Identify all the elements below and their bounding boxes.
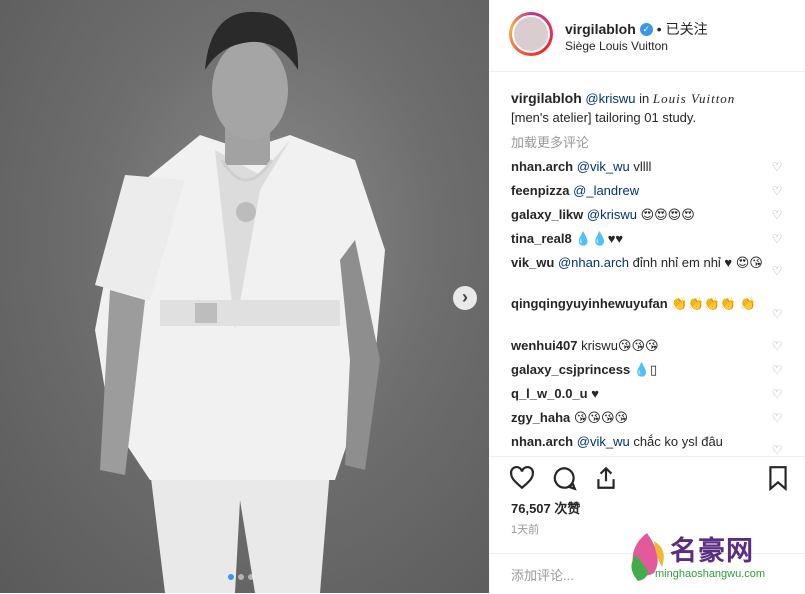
verified-badge-icon: ✓ [639, 22, 653, 36]
add-comment-placeholder: 添加评论... [511, 568, 574, 583]
comment-user[interactable]: qingqingyuyinhewuyufan [511, 296, 668, 311]
like-comment-heart-icon[interactable]: ♡ [771, 388, 783, 400]
comment-text: 👏👏👏👏 👏 [671, 296, 756, 311]
carousel-dot-1 [228, 574, 234, 580]
comment-row: nhan.arch @vik_wu vllll [511, 157, 773, 176]
caption-brand: Louis Vuitton [652, 91, 736, 106]
comment-text: đỉnh nhỉ em nhỉ ♥ 😍😘 [632, 255, 763, 270]
comment-bubble-icon[interactable] [551, 465, 577, 491]
comment-text: ♥ [591, 386, 599, 401]
comment-row: q_l_w_0.0_u ♥ [511, 384, 773, 403]
comment-mention[interactable]: @vik_wu [577, 159, 630, 174]
caption-mention[interactable]: @kriswu [585, 91, 635, 106]
comments-area[interactable]: virgilabloh @kriswu in Louis Vuitton [me… [489, 72, 805, 457]
like-comment-heart-icon[interactable]: ♡ [771, 185, 783, 197]
comment-row: vik_wu @nhan.arch đỉnh nhỉ em nhỉ ♥ 😍😘 [511, 253, 773, 272]
portrait-illustration [95, 11, 385, 593]
bookmark-icon[interactable] [765, 465, 791, 491]
header-user-row: virgilabloh ✓ • 已关注 [565, 19, 708, 39]
like-heart-icon[interactable] [509, 465, 535, 491]
like-comment-heart-icon[interactable]: ♡ [771, 364, 783, 376]
avatar[interactable] [509, 12, 553, 56]
carousel-dot-3 [248, 574, 254, 580]
comment-user[interactable]: nhan.arch [511, 434, 573, 449]
comment-row: zgy_haha 😘😘😘😘 [511, 408, 773, 427]
watermark-name: 名豪网 [670, 536, 754, 566]
comment-mention[interactable]: @_landrew [573, 183, 639, 198]
comment-row: qingqingyuyinhewuyufan 👏👏👏👏 👏 [511, 294, 773, 313]
like-comment-heart-icon[interactable]: ♡ [771, 209, 783, 221]
like-comment-heart-icon[interactable]: ♡ [771, 233, 783, 245]
post-time[interactable]: 1天前 [511, 521, 539, 537]
carousel-dot-2 [238, 574, 244, 580]
comment-row: galaxy_likw @kriswu 😍😍😍😍 [511, 205, 773, 224]
post-photo[interactable]: › [0, 0, 489, 593]
post-caption: virgilabloh @kriswu in Louis Vuitton [me… [511, 89, 781, 127]
like-comment-heart-icon[interactable]: ♡ [771, 308, 783, 320]
comment-user[interactable]: tina_real8 [511, 231, 572, 246]
load-more-comments[interactable]: 加载更多评论 [511, 132, 589, 151]
comment-text: vllll [633, 159, 652, 174]
header-username[interactable]: virgilabloh [565, 21, 636, 37]
comment-row: wenhui407 kriswu😘😘😘 [511, 336, 773, 355]
comment-row: feenpizza @_landrew [511, 181, 773, 200]
like-comment-heart-icon[interactable]: ♡ [771, 412, 783, 424]
like-comment-heart-icon[interactable]: ♡ [771, 161, 783, 173]
comment-text: kriswu😘😘😘 [581, 338, 659, 353]
comment-user[interactable]: zgy_haha [511, 410, 570, 425]
post-side-panel: virgilabloh ✓ • 已关注 Siège Louis Vuitton … [489, 0, 805, 593]
caption-username[interactable]: virgilabloh [511, 90, 582, 106]
comment-user[interactable]: galaxy_likw [511, 207, 583, 222]
carousel-dots [228, 574, 254, 580]
like-comment-heart-icon[interactable]: ♡ [771, 444, 783, 456]
caption-text: [men's atelier] tailoring 01 study. [511, 110, 697, 125]
comment-text: 😍😍😍😍 [640, 207, 695, 222]
caption-in: in [639, 91, 650, 106]
avatar-image [512, 15, 550, 53]
post-actions [489, 457, 805, 497]
comment-mention[interactable]: @kriswu [587, 207, 637, 222]
likes-count[interactable]: 76,507 次赞 [511, 498, 580, 517]
like-comment-heart-icon[interactable]: ♡ [771, 265, 783, 277]
comment-text: 😘😘😘😘 [573, 410, 629, 425]
comment-text: chắc ko ysl đâu [633, 434, 723, 449]
comment-user[interactable]: q_l_w_0.0_u [511, 386, 588, 401]
comment-user[interactable]: feenpizza [511, 183, 570, 198]
comment-mention[interactable]: @vik_wu [577, 434, 630, 449]
post-header: virgilabloh ✓ • 已关注 Siège Louis Vuitton [489, 0, 805, 72]
comment-row: nhan.arch @vik_wu chắc ko ysl đâu [511, 432, 773, 451]
comment-row: galaxy_csjprincess 💧▯ [511, 360, 773, 379]
follow-status[interactable]: • 已关注 [657, 19, 708, 39]
comment-mention[interactable]: @nhan.arch [558, 255, 629, 270]
comment-user[interactable]: wenhui407 [511, 338, 577, 353]
post-location[interactable]: Siège Louis Vuitton [565, 39, 668, 53]
site-watermark: 名豪网 minghaoshangwu.com [620, 525, 805, 593]
comment-user[interactable]: nhan.arch [511, 159, 573, 174]
comment-user[interactable]: vik_wu [511, 255, 554, 270]
next-photo-button[interactable]: › [453, 286, 477, 310]
comment-user[interactable]: galaxy_csjprincess [511, 362, 630, 377]
comment-row: tina_real8 💧💧♥♥ [511, 229, 773, 248]
comment-text: 💧▯ [633, 362, 658, 377]
share-icon[interactable] [593, 465, 619, 491]
comment-text: 💧💧♥♥ [575, 231, 624, 246]
like-comment-heart-icon[interactable]: ♡ [771, 340, 783, 352]
watermark-url: minghaoshangwu.com [655, 568, 766, 580]
